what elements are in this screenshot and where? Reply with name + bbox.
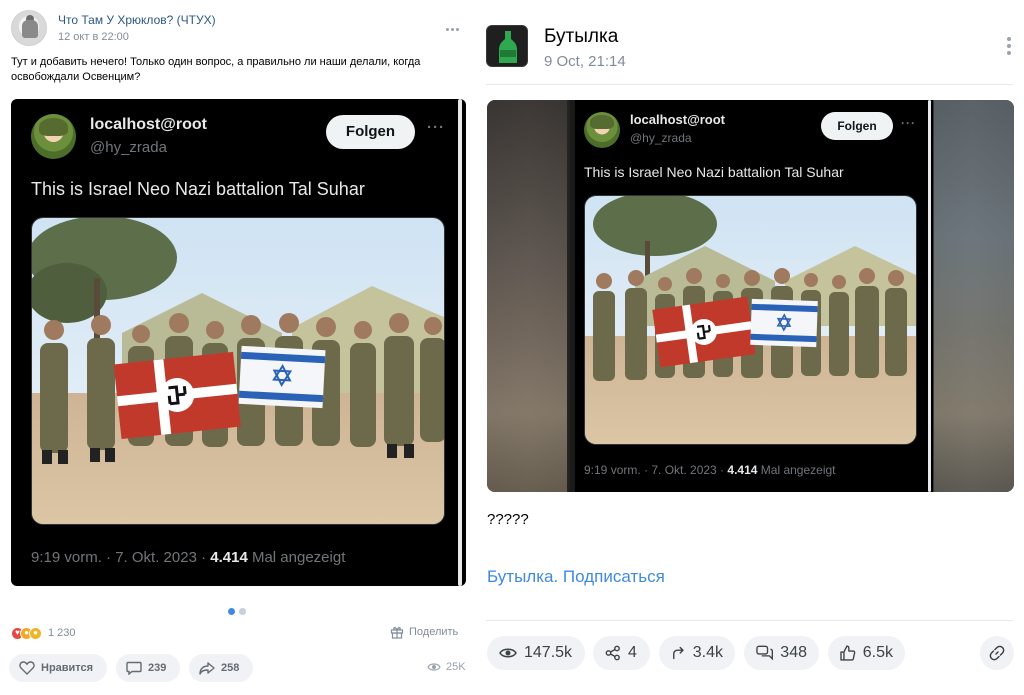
header-divider	[486, 84, 1013, 85]
group-photo	[32, 218, 444, 524]
footer-divider	[486, 620, 1013, 621]
more-dots-icon[interactable]	[446, 18, 466, 31]
gallery-pager[interactable]	[228, 602, 250, 620]
tweet-views-count: 4.414	[727, 463, 758, 477]
group-photo	[585, 196, 916, 444]
link-icon	[989, 645, 1005, 661]
share-nodes-icon	[605, 645, 620, 661]
like-label: Нравится	[41, 662, 94, 674]
repost-icon	[673, 646, 684, 660]
post-date[interactable]: 12 окт в 22:00	[58, 31, 129, 43]
pager-dot[interactable]	[239, 608, 246, 615]
tweet-views-label: Mal angezeigt	[760, 463, 836, 477]
comments-button[interactable]: 348	[744, 636, 819, 670]
comments-count: 239	[148, 662, 167, 674]
channel-name[interactable]: Бутылка	[544, 26, 618, 48]
post-text: Тут и добавить нечего! Только один вопро…	[11, 56, 421, 83]
reposts-count: 258	[221, 662, 240, 674]
tweet-photo	[31, 217, 445, 525]
tweet-photo	[584, 195, 917, 445]
channel-avatar[interactable]	[486, 25, 528, 67]
gift-share-button[interactable]: Поделить	[390, 625, 458, 639]
more-vertical-icon[interactable]	[1007, 37, 1011, 58]
eye-icon	[499, 648, 517, 658]
tweet-handle: @hy_zrada	[90, 139, 167, 156]
tweet-meta: 9:19 vorm. · 7. Okt. 2023 · 4.414 Mal an…	[584, 463, 836, 477]
tweet-meta: 9:19 vorm. · 7. Okt. 2023 · 4.414 Mal an…	[31, 549, 345, 566]
media-blur-left	[487, 100, 567, 492]
repost-button[interactable]: 3.4k	[659, 636, 735, 670]
copy-link-button[interactable]	[980, 636, 1014, 670]
likes-count: 6.5k	[862, 644, 893, 661]
tweet-more-icon: ···	[427, 119, 445, 136]
comment-icon	[126, 661, 142, 675]
author-name[interactable]: Что Там У Хрюклов? (ЧТУХ)	[58, 13, 216, 27]
post-text: ?????	[487, 511, 529, 528]
heart-icon	[19, 661, 35, 675]
tweet-screenshot: localhost@root @hy_zrada Folgen ··· This…	[575, 100, 933, 492]
post-media[interactable]: localhost@root @hy_zrada Folgen ··· This…	[487, 100, 1014, 492]
views-count: 147.5k	[524, 644, 573, 661]
tweet-scrollbar	[928, 100, 931, 492]
gift-share-label: Поделить	[409, 626, 459, 638]
reposts-count: 3.4k	[692, 644, 723, 661]
post-date[interactable]: 9 Oct, 21:14	[544, 53, 626, 70]
media-blur-right	[934, 100, 1014, 492]
tweet-text: This is Israel Neo Nazi battalion Tal Su…	[584, 164, 844, 180]
tweet-handle: @hy_zrada	[630, 131, 692, 145]
tweet-views-count: 4.414	[210, 549, 248, 566]
gift-icon	[390, 627, 404, 639]
left-post: Что Там У Хрюклов? (ЧТУХ) 12 окт в 22:00…	[0, 0, 478, 695]
comments-count: 348	[780, 644, 807, 661]
pager-dot-active[interactable]	[228, 608, 235, 615]
tweet-time: 9:19 vorm. · 7. Okt. 2023 ·	[31, 549, 207, 566]
views-count: 25K	[446, 661, 466, 673]
repost-button[interactable]: 258	[189, 654, 253, 682]
views-button[interactable]: 147.5k	[487, 636, 585, 670]
follow-button: Folgen	[821, 112, 893, 140]
tweet-time: 9:19 vorm. · 7. Okt. 2023 ·	[584, 463, 725, 477]
author-avatar[interactable]	[11, 10, 47, 46]
like-button[interactable]: 6.5k	[828, 636, 905, 670]
thumbs-up-icon	[840, 645, 856, 661]
tweet-views-label: Mal angezeigt	[251, 549, 346, 566]
tweet-text: This is Israel Neo Nazi battalion Tal Su…	[31, 179, 365, 199]
follow-button: Folgen	[326, 115, 415, 149]
shares-count: 4	[628, 644, 637, 661]
tweet-scrollbar	[458, 99, 462, 586]
views-counter: 25K	[427, 661, 466, 673]
reactions-count: 1 230	[48, 627, 76, 639]
repost-icon	[199, 662, 215, 675]
tweet-display-name: localhost@root	[90, 116, 207, 133]
comments-button[interactable]: 239	[116, 654, 180, 682]
share-button[interactable]: 4	[593, 636, 650, 670]
eye-icon	[427, 663, 441, 671]
reactions-summary[interactable]: ♥ ● ● 1 230	[11, 625, 76, 641]
comment-icon	[756, 645, 774, 661]
tweet-display-name: localhost@root	[630, 112, 726, 127]
tweet-avatar	[584, 112, 620, 148]
like-button[interactable]: Нравится	[9, 654, 107, 682]
tweet-avatar	[31, 114, 76, 159]
surprised-reaction-icon: ●	[29, 626, 42, 640]
subscribe-link[interactable]: Бутылка. Подписаться	[487, 567, 665, 587]
tweet-more-icon: ···	[901, 116, 916, 130]
tweet-screenshot[interactable]: localhost@root @hy_zrada Folgen ··· This…	[11, 99, 466, 586]
bottle-icon	[499, 31, 517, 63]
